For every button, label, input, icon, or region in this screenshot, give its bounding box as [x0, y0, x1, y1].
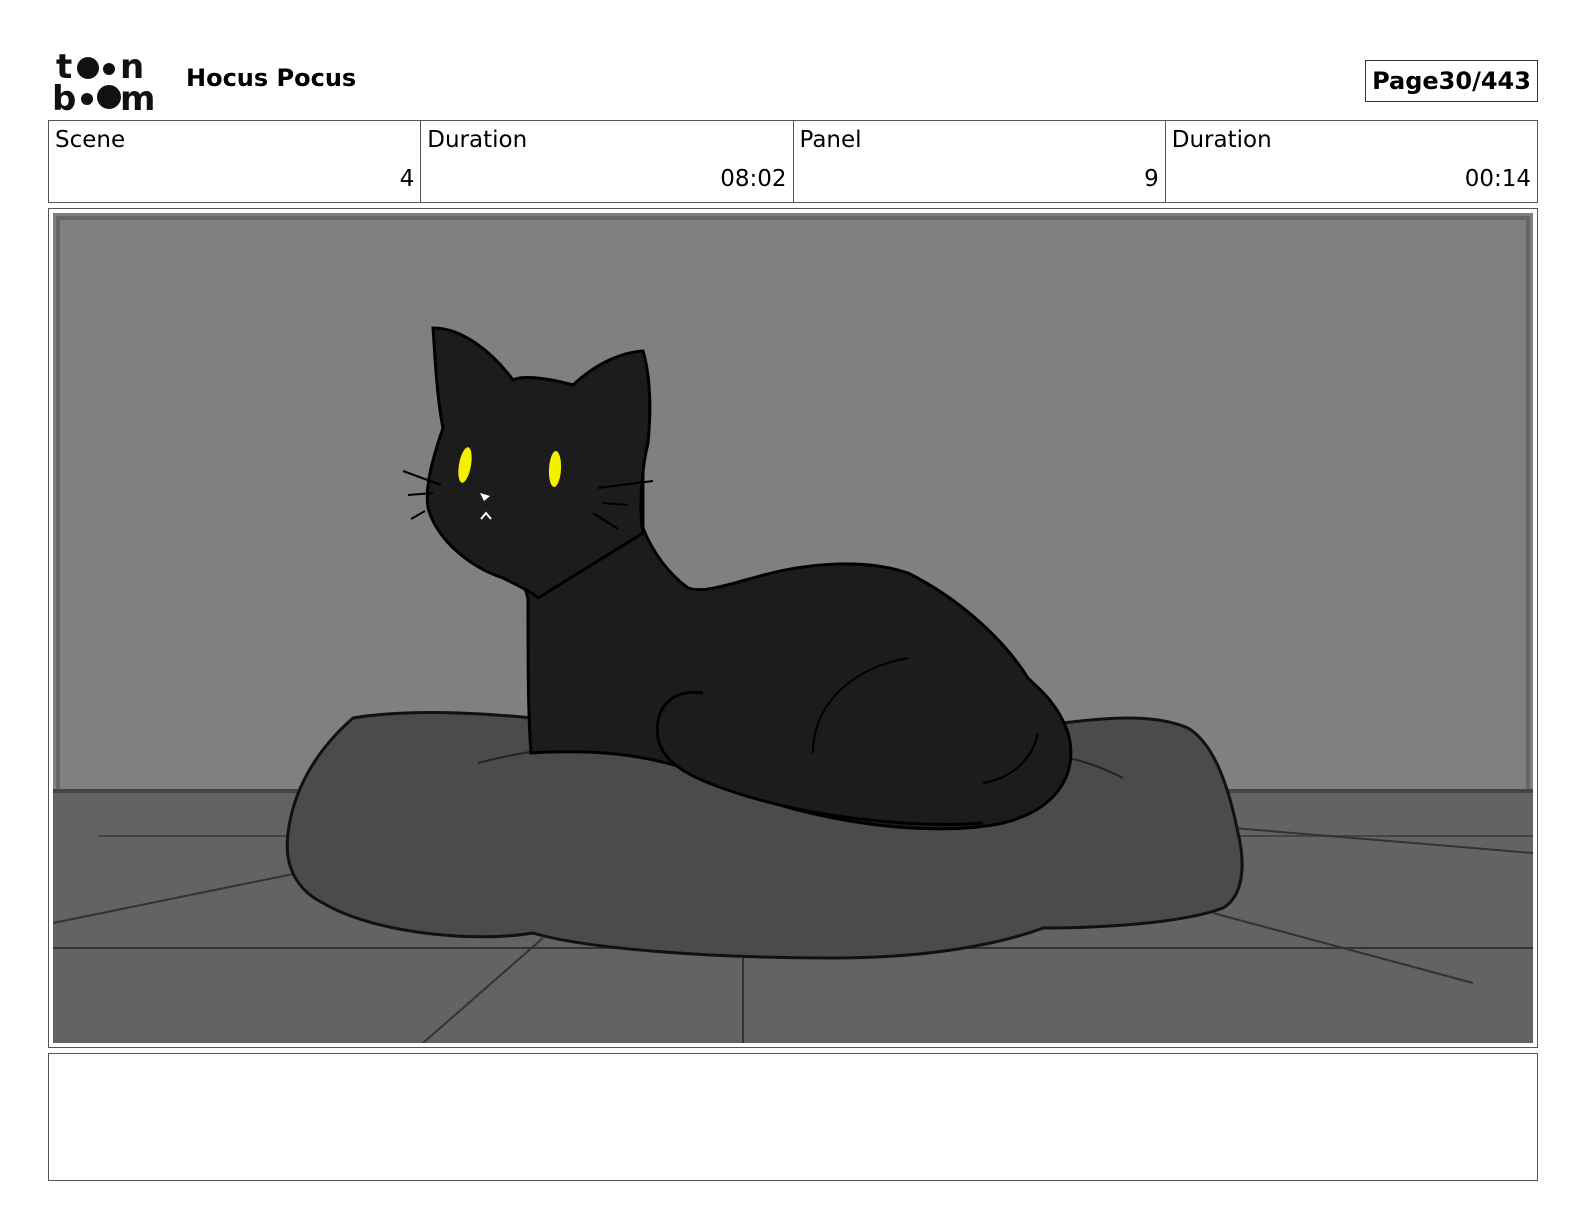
page-number: 30/443 — [1438, 67, 1531, 95]
svg-text:m: m — [120, 79, 155, 112]
project-title: Hocus Pocus — [186, 64, 357, 92]
svg-text:b: b — [52, 79, 76, 112]
black-cat-on-cushion-illustration — [53, 213, 1533, 1043]
scene-duration-cell: Duration 08:02 — [421, 121, 794, 202]
scene-cell: Scene 4 — [49, 121, 422, 202]
scene-duration-label: Duration — [427, 127, 528, 153]
scene-value: 4 — [399, 166, 415, 192]
panel-duration-label: Duration — [1171, 127, 1272, 153]
page-label: Page — [1372, 67, 1439, 95]
panel-duration-value: 00:14 — [1464, 166, 1531, 192]
storyboard-panel — [48, 208, 1538, 1048]
panel-duration-cell: Duration 00:14 — [1166, 121, 1537, 202]
page-indicator: Page 30/443 — [1365, 60, 1538, 102]
panel-value: 9 — [1144, 166, 1159, 192]
panel-cell: Panel 9 — [794, 121, 1166, 202]
toon-boom-logo: t n b m — [52, 50, 155, 112]
panel-notes-box — [48, 1053, 1538, 1181]
panel-label: Panel — [799, 127, 862, 153]
panel-info-table: Scene 4 Duration 08:02 Panel 9 Duration … — [48, 120, 1538, 203]
scene-duration-value: 08:02 — [720, 166, 787, 192]
scene-label: Scene — [55, 127, 126, 153]
